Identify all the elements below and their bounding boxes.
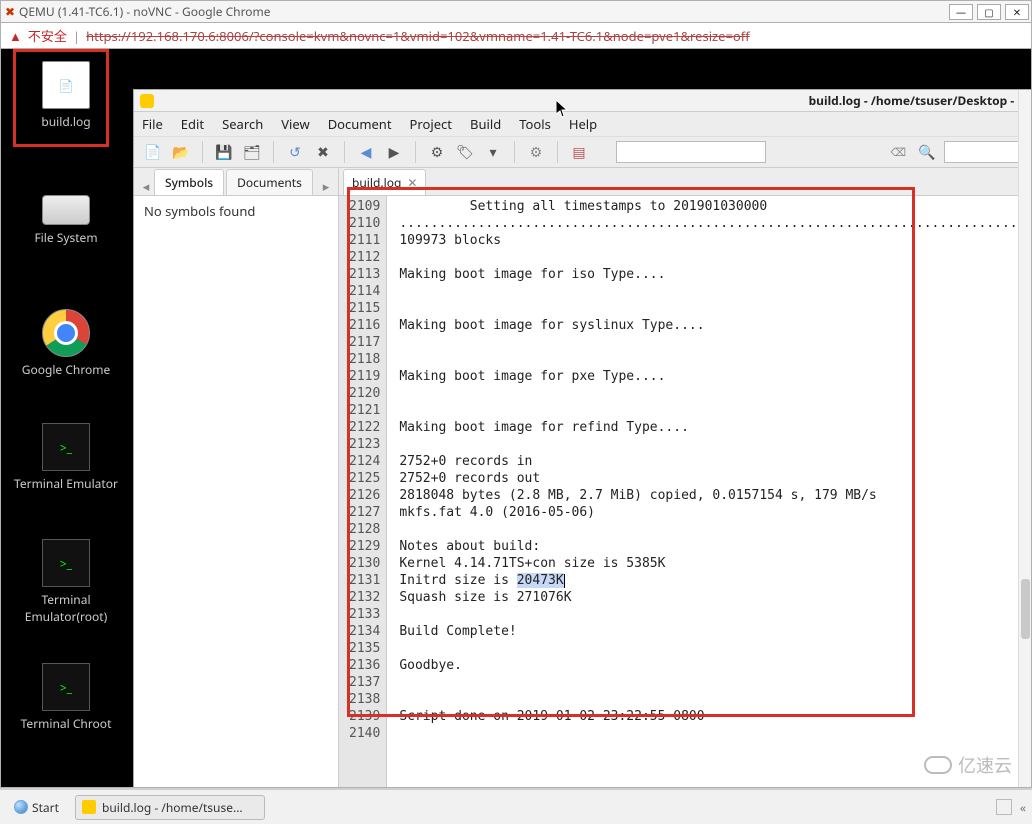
menu-search[interactable]: Search (222, 115, 263, 133)
terminal-icon: >_ (42, 663, 90, 711)
editor-body: ◂ Symbols Documents ▸ No symbols found b… (134, 168, 1031, 787)
url-divider: | (73, 27, 80, 45)
desktop-icon-terminal[interactable]: >_ Terminal Emulator (11, 423, 121, 492)
desktop-icon-terminal-chroot[interactable]: >_ Terminal Chroot (11, 663, 121, 732)
menu-help[interactable]: Help (569, 115, 597, 133)
insecure-text: 不安全 (28, 26, 67, 45)
tool-bar: 📄 📂 💾 🗂 ↺ ✖ ◀ ▶ ⚙ 🏷 ▾ ⚙ ▤ ⌫ (134, 136, 1031, 168)
url-text[interactable]: https://192.168.170.6:8006/?console=kvm&… (86, 27, 750, 45)
geany-window[interactable]: build.log - /home/tsuser/Desktop - G Fil… (133, 89, 1031, 787)
save-button[interactable]: 💾 (213, 141, 235, 163)
desktop-icon-file-system[interactable]: File System (11, 195, 121, 246)
separator (557, 141, 558, 163)
geany-title-text: build.log - /home/tsuser/Desktop - G (809, 92, 1026, 109)
search-go-button[interactable]: 🔍 (916, 141, 938, 163)
desktop-icon-label: File System (11, 229, 121, 246)
terminal-icon: >_ (42, 539, 90, 587)
taskbar-item-label: build.log - /home/tsuse... (102, 799, 243, 816)
tab-scroll-right-icon[interactable]: ▸ (318, 177, 334, 195)
new-file-button[interactable]: 📄 (142, 141, 164, 163)
code-content[interactable]: Setting all timestamps to 201901030000 .… (387, 196, 1031, 787)
side-panel-tabs: ◂ Symbols Documents ▸ (134, 168, 338, 196)
menu-build[interactable]: Build (470, 115, 501, 133)
host-taskbar[interactable]: Start build.log - /home/tsuse... « (0, 788, 1032, 824)
desktop-icon-chrome[interactable]: Google Chrome (11, 309, 121, 378)
goto-line-input[interactable] (944, 141, 1024, 163)
window-control-buttons: — ▢ ✕ (949, 4, 1031, 20)
close-file-button[interactable]: ✖ (312, 141, 334, 163)
desktop-icon-terminal-root[interactable]: >_ Terminal Emulator(root) (11, 539, 121, 625)
menu-document[interactable]: Document (328, 115, 392, 133)
execute-button[interactable]: ⚙ (525, 141, 547, 163)
menu-bar[interactable]: File Edit Search View Document Project B… (134, 112, 1031, 136)
tab-symbols[interactable]: Symbols (154, 169, 224, 195)
tray-icon[interactable] (996, 799, 1012, 815)
separator (344, 141, 345, 163)
vertical-scrollbar[interactable] (1018, 196, 1031, 787)
start-button[interactable]: Start (6, 797, 67, 818)
minimize-button[interactable]: — (949, 4, 973, 20)
terminal-icon: >_ (42, 423, 90, 471)
symbols-panel: No symbols found (134, 196, 338, 787)
build-button[interactable]: 🏷 (454, 141, 476, 163)
compile-button[interactable]: ⚙ (426, 141, 448, 163)
reload-button[interactable]: ↺ (284, 141, 306, 163)
system-tray: « (996, 799, 1026, 816)
novnc-icon: ✖ (1, 3, 19, 20)
separator (202, 141, 203, 163)
start-orb-icon (14, 800, 28, 814)
close-button[interactable]: ✕ (1005, 4, 1029, 20)
tab-close-icon[interactable]: ✕ (407, 174, 417, 191)
remote-desktop[interactable]: 📄 build.log File System Google Chrome >_… (1, 49, 1031, 787)
line-number-gutter: 2109 2110 2111 2112 2113 2114 2115 2116 … (339, 196, 387, 787)
code-view[interactable]: 2109 2110 2111 2112 2113 2114 2115 2116 … (339, 196, 1031, 787)
open-file-button[interactable]: 📂 (170, 141, 192, 163)
tab-scroll-left-icon[interactable]: ◂ (138, 177, 154, 195)
geany-icon (140, 94, 154, 108)
document-tabs: build.log ✕ (339, 168, 1031, 196)
chrome-window: ✖ QEMU (1.41-TC6.1) - noVNC - Google Chr… (0, 0, 1032, 788)
taskbar-item-geany[interactable]: build.log - /home/tsuse... (75, 795, 265, 820)
desktop-icon-label: build.log (11, 113, 121, 130)
desktop-icon-build-log[interactable]: 📄 build.log (11, 61, 121, 130)
save-all-button[interactable]: 🗂 (241, 141, 263, 163)
chrome-urlbar[interactable]: ▲ 不安全 | https://192.168.170.6:8006/?cons… (1, 23, 1031, 49)
document-tab-label: build.log (352, 174, 401, 191)
chrome-titlebar[interactable]: ✖ QEMU (1.41-TC6.1) - noVNC - Google Chr… (1, 1, 1031, 23)
geany-titlebar[interactable]: build.log - /home/tsuser/Desktop - G (134, 90, 1031, 112)
menu-edit[interactable]: Edit (181, 115, 204, 133)
drive-icon (42, 195, 90, 225)
insecure-icon: ▲ (9, 27, 22, 45)
file-icon: 📄 (42, 61, 90, 109)
chrome-title-text: QEMU (1.41-TC6.1) - noVNC - Google Chrom… (19, 3, 949, 20)
separator (415, 141, 416, 163)
tray-chevron-icon[interactable]: « (1020, 799, 1026, 816)
separator (514, 141, 515, 163)
menu-view[interactable]: View (281, 115, 309, 133)
search-input[interactable] (616, 141, 766, 163)
desktop-icon-label: Terminal Emulator (11, 475, 121, 492)
desktop-icon-label: Google Chrome (11, 361, 121, 378)
separator (273, 141, 274, 163)
chrome-icon (42, 309, 90, 357)
document-area: build.log ✕ 2109 2110 2111 2112 2113 211… (339, 168, 1031, 787)
geany-icon (82, 800, 96, 814)
menu-project[interactable]: Project (410, 115, 452, 133)
tab-documents[interactable]: Documents (226, 169, 313, 195)
search-clear-icon[interactable]: ⌫ (886, 145, 910, 160)
menu-file[interactable]: File (142, 115, 163, 133)
color-chooser-button[interactable]: ▤ (568, 141, 590, 163)
nav-back-button[interactable]: ◀ (355, 141, 377, 163)
nav-forward-button[interactable]: ▶ (383, 141, 405, 163)
desktop-icon-label: Terminal Chroot (11, 715, 121, 732)
run-dropdown-button[interactable]: ▾ (482, 141, 504, 163)
start-label: Start (32, 799, 59, 816)
side-panel: ◂ Symbols Documents ▸ No symbols found (134, 168, 339, 787)
desktop-icon-label: Terminal Emulator(root) (11, 591, 121, 625)
document-tab-build-log[interactable]: build.log ✕ (343, 169, 426, 195)
maximize-button[interactable]: ▢ (977, 4, 1001, 20)
menu-tools[interactable]: Tools (519, 115, 551, 133)
